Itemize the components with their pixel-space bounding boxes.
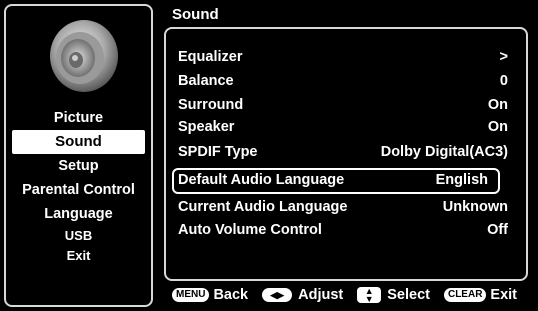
up-down-arrows-icon: ▲ ▼ [357, 287, 382, 304]
sidebar-nav: Picture Sound Setup Parental Control Lan… [6, 106, 151, 266]
setting-value: Unknown [442, 199, 508, 215]
sidebar-item-setup[interactable]: Setup [6, 154, 151, 178]
select-hint: Select [387, 287, 430, 303]
setting-row-auto-volume-control[interactable]: Auto Volume Control Off [176, 219, 514, 241]
sidebar-item-sound[interactable]: Sound [12, 130, 145, 154]
setting-label: Speaker [178, 119, 235, 135]
back-hint: Back [213, 287, 249, 303]
setting-value: 0 [499, 73, 508, 89]
setting-label: Current Audio Language [178, 199, 348, 215]
setting-label: Surround [178, 97, 244, 113]
sidebar-panel: Picture Sound Setup Parental Control Lan… [4, 4, 153, 307]
setting-label: Auto Volume Control [178, 222, 322, 238]
sidebar-item-picture[interactable]: Picture [6, 106, 151, 130]
setting-value: English [435, 172, 488, 188]
setting-value: Off [487, 222, 508, 238]
setting-label: Default Audio Language [178, 172, 345, 188]
setting-label: Balance [178, 73, 234, 89]
left-right-arrows-icon: ◀▶ [262, 288, 293, 302]
setting-value: On [487, 97, 508, 113]
adjust-hint: Adjust [298, 287, 344, 303]
menu-key-icon: MENU [172, 288, 210, 302]
setting-value: > [499, 49, 508, 65]
setting-row-speaker[interactable]: Speaker On [176, 116, 514, 138]
setting-row-equalizer[interactable]: Equalizer > [176, 46, 514, 68]
setting-label: Equalizer [178, 49, 243, 65]
sidebar-item-usb[interactable]: USB [6, 226, 151, 246]
setting-row-spdif-type[interactable]: SPDIF Type Dolby Digital(AC3) [176, 141, 514, 163]
page-title: Sound [172, 6, 219, 23]
clear-key-icon: CLEAR [443, 288, 487, 302]
exit-hint: Exit [490, 287, 518, 303]
sidebar-item-exit[interactable]: Exit [6, 246, 151, 266]
setting-value: Dolby Digital(AC3) [380, 144, 508, 160]
settings-panel: Equalizer > Balance 0 Surround On Speake… [164, 27, 528, 281]
sidebar-item-parental-control[interactable]: Parental Control [6, 178, 151, 202]
setting-label: SPDIF Type [178, 144, 258, 160]
footer-hints: MENU Back ◀▶ Adjust ▲ ▼ Select CLEAR Exit [172, 287, 518, 304]
setting-row-default-audio-language[interactable]: Default Audio Language English [172, 168, 500, 194]
sidebar-item-language[interactable]: Language [6, 202, 151, 226]
setting-row-balance[interactable]: Balance 0 [176, 70, 514, 92]
setting-row-current-audio-language[interactable]: Current Audio Language Unknown [176, 196, 514, 218]
setting-value: On [487, 119, 508, 135]
setting-row-surround[interactable]: Surround On [176, 94, 514, 116]
speaker-icon [50, 20, 118, 92]
